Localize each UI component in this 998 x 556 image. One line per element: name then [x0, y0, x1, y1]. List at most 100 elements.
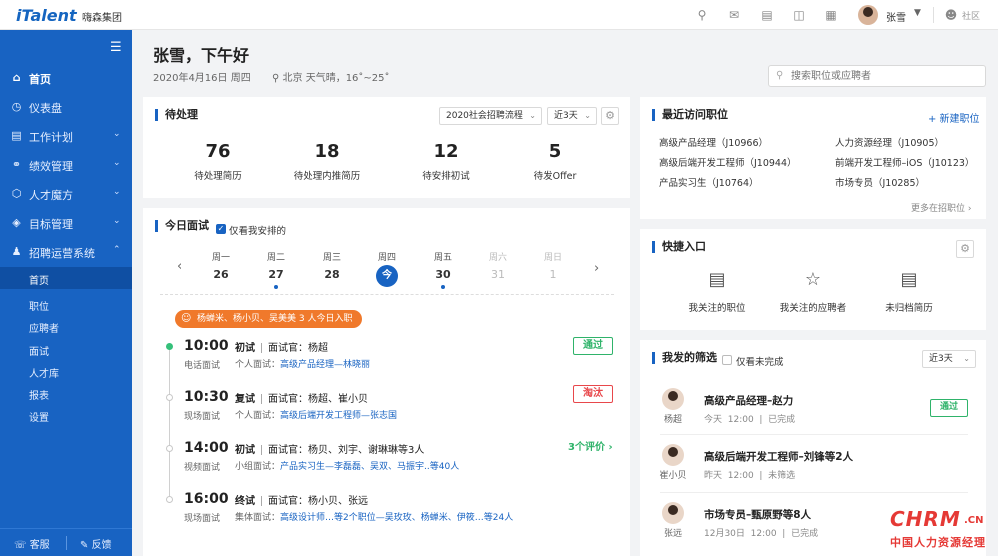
- search-box[interactable]: ⚲: [768, 65, 986, 87]
- sidebar-item-label: 仪表盘: [29, 102, 62, 115]
- screener-name: 崔小贝: [659, 471, 687, 481]
- day-31[interactable]: 31: [484, 268, 512, 281]
- subnav-candidates[interactable]: 应聘者: [0, 315, 132, 337]
- only-mine-label: 仅看我安排的: [229, 226, 287, 237]
- day-30[interactable]: 30: [429, 268, 457, 281]
- day-26[interactable]: 26: [207, 268, 235, 281]
- day-name: 周二: [266, 253, 285, 263]
- position-link[interactable]: 高级产品经理（J10966）: [659, 135, 768, 149]
- app-store-icon[interactable]: ▦: [823, 7, 839, 23]
- day-1[interactable]: 1: [539, 268, 567, 281]
- recent-positions-title: 最近访问职位: [652, 109, 728, 121]
- only-mine-checkbox[interactable]: ✓: [216, 224, 226, 234]
- evaluations-link[interactable]: 3个评价 ›: [568, 438, 613, 453]
- candidate-link[interactable]: 产品实习生—李磊磊、吴双、马振宇..等40人: [280, 462, 459, 472]
- company-name: 嗨森集团: [82, 13, 122, 24]
- day-28[interactable]: 28: [318, 268, 346, 281]
- process-select[interactable]: 2020社会招聘流程 ⌄: [439, 107, 542, 125]
- interview-mode: 电话面试: [184, 361, 221, 371]
- interview-sub: 集体面试：高级设计师…等2个职位—吴玫玫、杨蝉米、伊筱…等24人: [235, 513, 514, 523]
- user-avatar[interactable]: [858, 5, 878, 25]
- interview-time: 10:30: [184, 389, 229, 405]
- divider: [160, 294, 614, 295]
- pending-title: 待处理: [155, 109, 198, 121]
- interview-head[interactable]: 复试 面试官：杨超、崔小贝: [235, 390, 368, 405]
- sidebar-item-recruiting[interactable]: ♟ 招聘运营系统 ⌃: [0, 238, 132, 266]
- candidate-link[interactable]: 高级后端开发工程师—张志国: [280, 411, 397, 421]
- chevron-down-icon: ⌄: [529, 111, 536, 120]
- interview-time: 10:00: [184, 338, 229, 354]
- range-select[interactable]: 近3天 ⌄: [547, 107, 597, 125]
- search-icon[interactable]: ⚲: [694, 7, 710, 23]
- community-icon[interactable]: ☻: [944, 7, 958, 23]
- candidate-link[interactable]: 高级设计师…等2个职位—吴玫玫、杨蝉米、伊筱…等24人: [280, 513, 513, 523]
- interview-head[interactable]: 终试 面试官：杨小贝、张远: [235, 492, 368, 507]
- quick-followed-candidates[interactable]: ☆ 我关注的应聘者: [768, 268, 858, 314]
- sidebar-item-plan[interactable]: ▤ 工作计划 ⌄: [0, 122, 132, 150]
- position-link[interactable]: 高级后端开发工程师（J10944）: [659, 155, 797, 169]
- screening-title-link[interactable]: 高级后端开发工程师–刘锋等2人: [704, 449, 853, 464]
- app-logo[interactable]: iTalent: [16, 6, 77, 25]
- day-name: 周六: [488, 253, 507, 263]
- more-positions-link[interactable]: 更多在招职位 ›: [911, 201, 972, 214]
- interview-head[interactable]: 初试 面试官：杨贝、刘宇、谢琳琳等3人: [235, 441, 424, 456]
- sidebar-item-home[interactable]: ⌂ 首页: [0, 64, 132, 92]
- document-icon[interactable]: ▤: [759, 7, 775, 23]
- subnav-home[interactable]: 首页: [0, 267, 132, 289]
- day-name: 周五: [433, 253, 452, 263]
- menu-toggle-icon[interactable]: ☰: [110, 40, 122, 55]
- recruit-icon: ♟: [11, 245, 22, 258]
- stat-referral-resumes[interactable]: 18 待处理内推简历: [267, 141, 387, 182]
- community-link[interactable]: 社区: [962, 9, 980, 22]
- sidebar-item-dashboard[interactable]: ◷ 仪表盘: [0, 93, 132, 121]
- gear-icon[interactable]: ⚙: [601, 107, 619, 125]
- interview-sub: 个人面试：高级产品经理—林晓丽: [235, 360, 371, 370]
- position-link[interactable]: 人力资源经理（J10905）: [835, 135, 944, 149]
- onboarding-banner[interactable]: ☺ 杨蝉米、杨小贝、吴美美 3 人今日入职: [175, 310, 363, 328]
- avatar: [662, 444, 684, 466]
- day-27[interactable]: 27: [262, 268, 290, 281]
- screening-title-link[interactable]: 市场专员–甄原野等8人: [704, 507, 811, 522]
- position-link[interactable]: 市场专员（J10285）: [835, 175, 925, 189]
- bag-icon[interactable]: ◫: [791, 7, 807, 23]
- sidebar-item-label: 招聘运营系统: [29, 247, 95, 260]
- quick-unarchived-resumes[interactable]: ▤ 未归档简历: [864, 268, 954, 314]
- sidebar-item-goals[interactable]: ◈ 目标管理 ⌄: [0, 209, 132, 237]
- screening-range-select[interactable]: 近3天 ⌄: [922, 350, 976, 368]
- position-link[interactable]: 产品实习生（J10764）: [659, 175, 759, 189]
- user-name[interactable]: 张雪: [886, 9, 906, 24]
- gear-icon[interactable]: ⚙: [956, 240, 974, 258]
- subnav-interviews[interactable]: 面试: [0, 338, 132, 360]
- only-unfinished-checkbox[interactable]: ✓: [722, 355, 732, 365]
- chevron-down-icon: ⌄: [113, 216, 121, 226]
- day-name: 周四: [377, 253, 396, 263]
- interview-mode: 现场面试: [184, 412, 221, 422]
- chevron-left-icon[interactable]: ‹: [177, 259, 182, 274]
- sidebar-item-talent-cube[interactable]: ⬡ 人才魔方 ⌄: [0, 180, 132, 208]
- avatar: [662, 388, 684, 410]
- mail-icon[interactable]: ✉: [726, 7, 742, 23]
- screening-title-link[interactable]: 高级产品经理–赵力: [704, 393, 793, 408]
- feedback-button[interactable]: ✎ 反馈: [80, 536, 112, 551]
- customer-service-button[interactable]: ☏ 客服: [14, 536, 50, 551]
- search-input[interactable]: [791, 69, 977, 84]
- new-position-button[interactable]: + 新建职位: [928, 110, 980, 125]
- subnav-reports[interactable]: 报表: [0, 382, 132, 404]
- subnav-settings[interactable]: 设置: [0, 404, 132, 426]
- stat-offers[interactable]: 5 待发Offer: [495, 141, 615, 182]
- interview-head[interactable]: 初试 面试官：杨超: [235, 339, 328, 354]
- sidebar-item-performance[interactable]: ⚭ 绩效管理 ⌄: [0, 151, 132, 179]
- quick-followed-positions[interactable]: ▤ 我关注的职位: [672, 268, 762, 314]
- day-today[interactable]: 今: [376, 265, 398, 287]
- candidate-link[interactable]: 高级产品经理—林晓丽: [280, 360, 370, 370]
- timeline-dot: [166, 496, 173, 503]
- subnav-talent-pool[interactable]: 人才库: [0, 360, 132, 382]
- stat-pending-resumes[interactable]: 76 待处理简历: [158, 141, 278, 182]
- chevron-down-icon[interactable]: ▼: [914, 8, 921, 18]
- stat-first-interviews[interactable]: 12 待安排初试: [386, 141, 506, 182]
- chevron-right-icon[interactable]: ›: [594, 261, 599, 276]
- subnav-positions[interactable]: 职位: [0, 293, 132, 315]
- position-link[interactable]: 前端开发工程师–iOS（J10123）: [835, 155, 974, 169]
- sidebar-footer: ☏ 客服 ✎ 反馈: [0, 528, 132, 556]
- location-icon: ⚲: [272, 73, 280, 84]
